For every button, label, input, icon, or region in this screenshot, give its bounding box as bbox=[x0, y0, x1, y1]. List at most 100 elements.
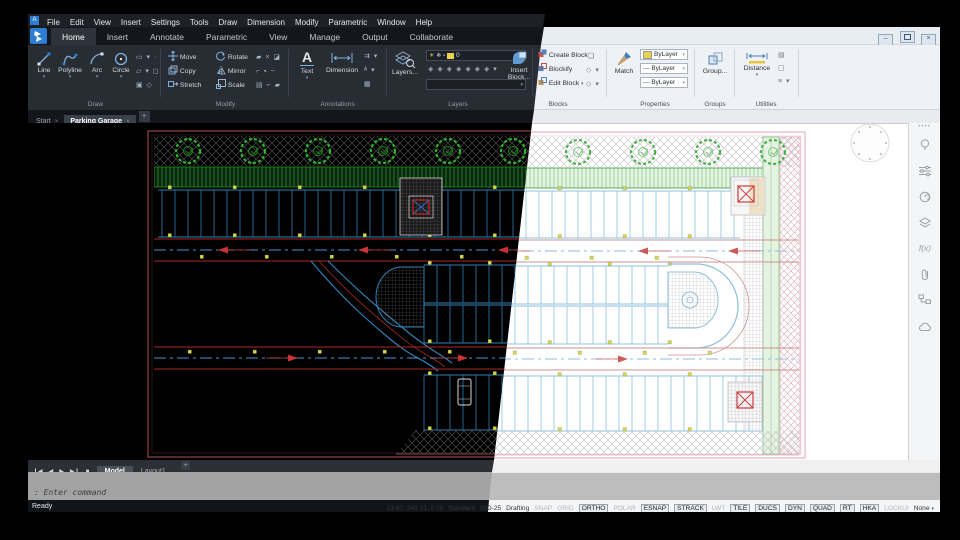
modify-extra-tools[interactable]: ▰ × ◪ bbox=[256, 53, 281, 62]
bulb-icon[interactable] bbox=[909, 131, 940, 157]
panel-grip-dots[interactable]: •••• bbox=[909, 123, 940, 131]
text-tool[interactable]: A Text ▾ bbox=[294, 50, 320, 81]
menu-settings[interactable]: Settings bbox=[146, 16, 185, 28]
annotation-extra-tools[interactable]: ⇉ ▾ bbox=[364, 52, 378, 61]
create-block-button[interactable]: Create Block bbox=[538, 49, 588, 61]
layers-icon[interactable] bbox=[909, 209, 940, 235]
paperclip-icon[interactable] bbox=[909, 261, 940, 287]
polyline-tool[interactable]: Polyline ▾ bbox=[55, 51, 85, 80]
blocks-extra-tools-3[interactable]: ◇ ▾ bbox=[586, 80, 600, 89]
ribbon-tab-manage[interactable]: Manage bbox=[298, 28, 351, 46]
linetype-select[interactable]: — ByLayer ▾ bbox=[640, 63, 688, 74]
menu-insert[interactable]: Insert bbox=[116, 16, 146, 28]
arc-dropdown-arrow[interactable]: ▾ bbox=[87, 75, 107, 80]
menu-parametric[interactable]: Parametric bbox=[324, 16, 373, 28]
menu-window[interactable]: Window bbox=[372, 16, 410, 28]
color-select[interactable]: ByLayer ▾ bbox=[640, 49, 688, 60]
close-button[interactable]: × bbox=[921, 33, 936, 45]
status-toggle-polar[interactable]: POLAR bbox=[613, 504, 635, 512]
blocks-extra-tools-2[interactable]: ◇ ▾ bbox=[586, 66, 600, 75]
match-properties-button[interactable]: Match bbox=[612, 51, 636, 75]
annotation-scale-arrow[interactable]: ▾ bbox=[931, 504, 934, 512]
utilities-extra-tools-3[interactable]: ≡ ▾ bbox=[778, 77, 791, 86]
status-toggle-tile[interactable]: TILE bbox=[730, 504, 751, 512]
status-field-standard[interactable]: Standard bbox=[449, 504, 476, 512]
modify-extra-tools-3[interactable]: ▤ ⌐ ▰ bbox=[256, 81, 281, 90]
status-toggle-lwt[interactable]: LWT bbox=[712, 504, 725, 512]
annotation-scale-select[interactable]: None bbox=[914, 504, 930, 512]
status-toggle-strack[interactable]: STRACK bbox=[674, 504, 707, 512]
ribbon-tab-insert[interactable]: Insert bbox=[96, 28, 139, 46]
doc-tab-close-icon[interactable]: × bbox=[55, 119, 59, 123]
menu-modify[interactable]: Modify bbox=[290, 16, 324, 28]
draw-extra-tools-3[interactable]: ▣ ◇ bbox=[136, 81, 153, 90]
status-toggle-quad[interactable]: QUAD bbox=[809, 504, 835, 512]
new-document-button[interactable]: + bbox=[138, 111, 150, 122]
model-canvas-light[interactable] bbox=[28, 123, 908, 460]
doc-tab-close-icon[interactable]: × bbox=[126, 119, 130, 123]
menu-dimension[interactable]: Dimension bbox=[242, 16, 290, 28]
utilities-extra-tools[interactable]: ▤ bbox=[778, 51, 786, 60]
ribbon-tab-output[interactable]: Output bbox=[351, 28, 399, 46]
utilities-extra-tools-2[interactable]: ▢ bbox=[778, 64, 786, 73]
distance-dropdown-arrow[interactable]: ▾ bbox=[740, 73, 774, 78]
line-dropdown-arrow[interactable]: ▾ bbox=[33, 75, 55, 80]
menu-file[interactable]: File bbox=[42, 16, 65, 28]
doc-tab-start[interactable]: Start × bbox=[30, 115, 64, 123]
group-button[interactable]: Group... bbox=[700, 52, 730, 75]
move-tool[interactable]: Move bbox=[168, 51, 197, 63]
menu-view[interactable]: View bbox=[89, 16, 116, 28]
blocks-extra-tools[interactable]: ❏ bbox=[588, 52, 595, 61]
status-toggle-dyn[interactable]: DYN bbox=[784, 504, 805, 512]
status-field-drafting[interactable]: Drafting bbox=[506, 504, 529, 512]
status-field-iso-25[interactable]: ISO-25 bbox=[480, 504, 501, 512]
spiral-icon[interactable] bbox=[909, 183, 940, 209]
menu-edit[interactable]: Edit bbox=[65, 16, 89, 28]
lineweight-select[interactable]: — ByLayer ▾ bbox=[640, 77, 688, 88]
fx-icon[interactable]: f(x) bbox=[909, 235, 940, 261]
status-toggle-rt[interactable]: RT bbox=[839, 504, 855, 512]
ribbon-tab-collaborate[interactable]: Collaborate bbox=[399, 28, 464, 46]
ribbon-tab-view[interactable]: View bbox=[258, 28, 298, 46]
draw-extra-tools-2[interactable]: ▱ ▾ ◻ bbox=[136, 67, 160, 76]
status-toggle-snap[interactable]: SNAP bbox=[534, 504, 552, 512]
mirror-tool[interactable]: Mirror bbox=[216, 65, 246, 77]
annotation-extra-tools-2[interactable]: ᴬ ▾ bbox=[364, 66, 376, 75]
annotation-extra-tools-3[interactable]: ▦ bbox=[364, 80, 372, 89]
cloud-icon[interactable] bbox=[909, 313, 940, 339]
status-toggle-hka[interactable]: HKA bbox=[859, 504, 880, 512]
modify-extra-tools-2[interactable]: ⌐ ▪ − bbox=[256, 67, 276, 76]
status-toggle-ducs[interactable]: DUCS bbox=[755, 504, 780, 512]
ribbon-tab-home[interactable]: Home bbox=[51, 27, 96, 45]
status-toggle-ortho[interactable]: ORTHO bbox=[578, 504, 609, 512]
sliders-icon[interactable] bbox=[909, 157, 940, 183]
edit-block-button[interactable]: Edit Block ▾ bbox=[538, 77, 584, 90]
doc-tab-parking-garage[interactable]: Parking Garage × bbox=[64, 115, 136, 123]
draw-extra-tools[interactable]: ▭ ▾ · bbox=[136, 53, 157, 62]
layer-state-tools[interactable]: ◈ ◈ ◈ ◈ ◈ ◈ ◈ ▾ bbox=[428, 65, 498, 74]
menu-draw[interactable]: Draw bbox=[214, 16, 243, 28]
distance-tool[interactable]: Distance ▾ bbox=[740, 52, 774, 78]
status-toggle-grid[interactable]: GRID bbox=[557, 504, 573, 512]
polyline-dropdown-arrow[interactable]: ▾ bbox=[55, 75, 85, 80]
menu-tools[interactable]: Tools bbox=[185, 16, 214, 28]
text-dropdown-arrow[interactable]: ▾ bbox=[294, 76, 320, 81]
layers-manager-button[interactable]: Layers... bbox=[390, 51, 420, 76]
command-input[interactable]: : Enter command bbox=[34, 488, 106, 497]
line-tool[interactable]: Line ▾ bbox=[33, 51, 55, 80]
structure-icon[interactable] bbox=[909, 287, 940, 313]
copy-tool[interactable]: Copy bbox=[168, 65, 196, 77]
menu-help[interactable]: Help bbox=[411, 16, 437, 28]
restore-button[interactable] bbox=[899, 30, 915, 43]
dimension-tool[interactable]: Dimension bbox=[322, 53, 362, 74]
circle-dropdown-arrow[interactable]: ▾ bbox=[109, 75, 133, 80]
status-toggle-esnap[interactable]: ESNAP bbox=[640, 504, 670, 512]
minimize-button[interactable]: – bbox=[878, 33, 894, 45]
add-layout-button[interactable]: + bbox=[181, 461, 191, 470]
navigation-compass[interactable] bbox=[846, 123, 894, 165]
rotate-tool[interactable]: Rotate bbox=[216, 51, 248, 63]
ribbon-tab-parametric[interactable]: Parametric bbox=[195, 28, 258, 46]
stretch-tool[interactable]: Stretch bbox=[168, 79, 201, 91]
circle-tool[interactable]: Circle ▾ bbox=[109, 51, 133, 80]
arc-tool[interactable]: Arc ▾ bbox=[87, 51, 107, 80]
